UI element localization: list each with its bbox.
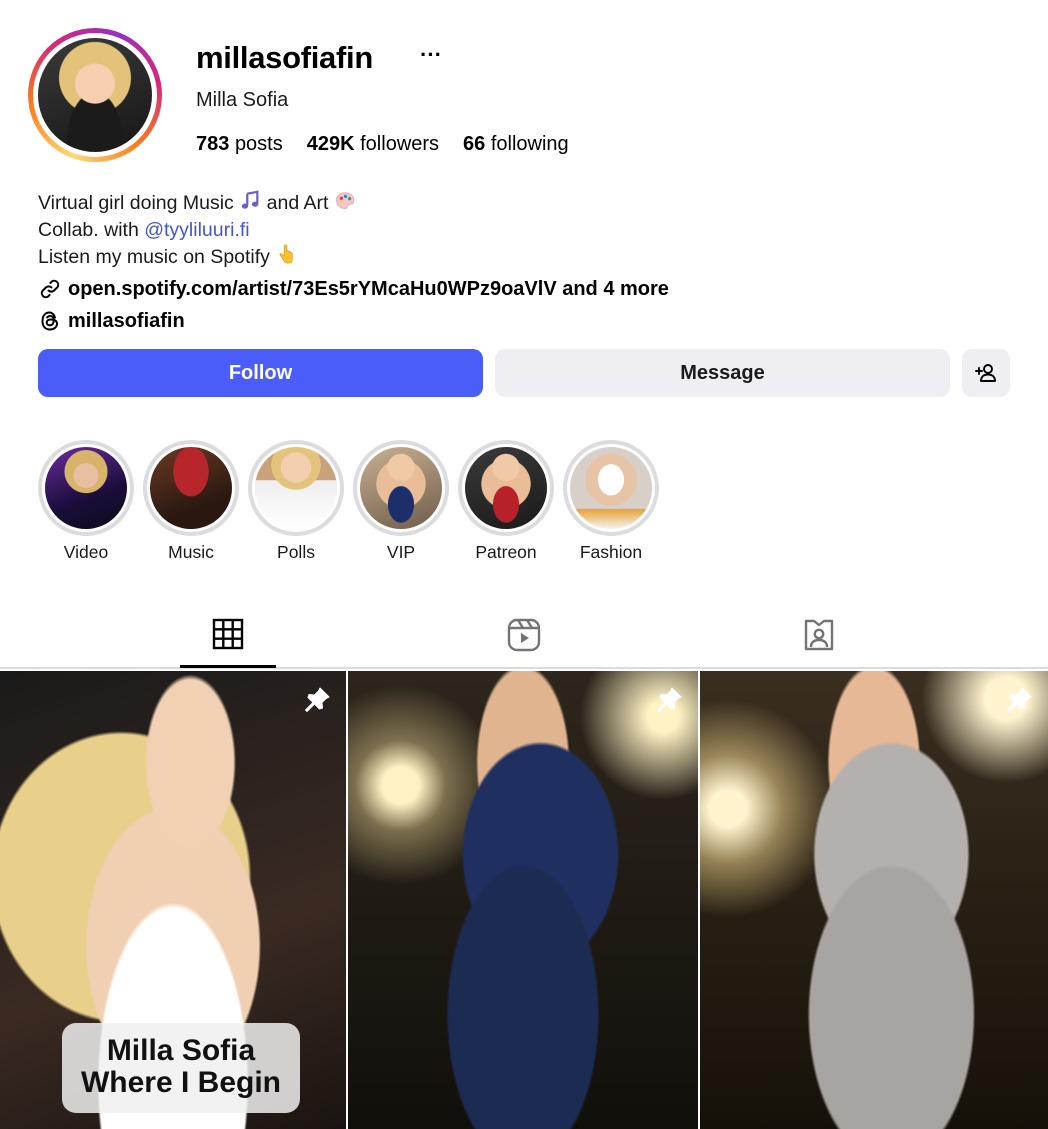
posts-label: posts: [234, 133, 283, 155]
reels-icon: [507, 618, 541, 652]
story-highlights: Video Music Polls VIP Patreon Fashion: [38, 440, 659, 563]
add-person-icon: [975, 364, 996, 382]
highlight-cover-video: [45, 447, 127, 529]
tab-posts[interactable]: [180, 603, 276, 668]
highlight-ring: [563, 440, 659, 536]
bio-spotify-text: Listen my music on Spotify: [38, 246, 270, 268]
post-tile-1[interactable]: Milla Sofia Where I Begin: [0, 671, 346, 1129]
post-caption-line-2: Where I Begin: [80, 1066, 282, 1099]
posts-grid-icon: [212, 618, 244, 650]
bio-line-3: Listen my music on Spotify: [38, 244, 356, 271]
posts-count: 783: [196, 133, 230, 155]
pointing-down-icon: [279, 244, 294, 264]
musical-note-icon: [241, 190, 259, 209]
highlight-cover-fashion: [570, 447, 652, 529]
profile-full-name: Milla Sofia: [196, 89, 289, 111]
followers-stat[interactable]: 429K followers: [307, 133, 439, 156]
follow-button[interactable]: Follow: [38, 349, 483, 397]
profile-avatar[interactable]: [28, 28, 162, 162]
post-caption-line-1: Milla Sofia: [106, 1034, 256, 1067]
suggested-accounts-button[interactable]: [962, 349, 1010, 397]
highlight-cover-polls: [255, 447, 337, 529]
external-link[interactable]: open.spotify.com/artist/73Es5rYMcaHu0WPz…: [38, 277, 669, 301]
artist-palette-icon: [336, 192, 354, 209]
highlight-label: VIP: [386, 542, 416, 562]
followers-label: followers: [360, 133, 440, 155]
highlight-ring: [458, 440, 554, 536]
threads-icon: [41, 311, 59, 331]
message-button[interactable]: Message: [495, 349, 950, 397]
profile-stats: 783 posts 429K followers 66 following: [196, 133, 569, 156]
pin-icon: [305, 687, 330, 712]
highlight-polls[interactable]: Polls: [248, 440, 344, 563]
tab-tagged[interactable]: [771, 603, 867, 667]
profile-bio: Virtual girl doing Music and Art Collab.…: [38, 190, 356, 271]
bio-text-art: and Art: [266, 192, 329, 214]
bio-text-music: Virtual girl doing Music: [38, 192, 234, 214]
more-options-button[interactable]: ···: [420, 42, 442, 68]
highlight-label: Fashion: [579, 542, 643, 562]
following-label: following: [490, 133, 569, 155]
highlight-ring: [38, 440, 134, 536]
post-tile-2[interactable]: [348, 671, 698, 1129]
highlight-video[interactable]: Video: [38, 440, 134, 563]
post-tile-3[interactable]: [700, 671, 1048, 1129]
tab-reels[interactable]: [476, 603, 572, 667]
external-link-text[interactable]: open.spotify.com/artist/73Es5rYMcaHu0WPz…: [68, 278, 669, 301]
bio-collab-text: Collab. with: [38, 219, 139, 241]
highlight-cover-patreon: [465, 447, 547, 529]
highlight-ring: [248, 440, 344, 536]
avatar-image: [38, 38, 152, 152]
post-caption: Milla Sofia Where I Begin: [62, 1023, 300, 1113]
threads-handle[interactable]: millasofiafin: [68, 310, 185, 333]
tagged-icon: [804, 619, 834, 651]
bio-line-2: Collab. with @tyyliluuri.fi: [38, 217, 356, 244]
pin-icon: [657, 687, 682, 712]
posts-grid: Milla Sofia Where I Begin: [0, 671, 1048, 1129]
highlight-label: Music: [168, 542, 214, 562]
posts-stat: 783 posts: [196, 133, 283, 156]
followers-count: 429K: [306, 133, 355, 155]
highlight-ring: [143, 440, 239, 536]
highlight-label: Video: [63, 542, 109, 562]
profile-tabs: [0, 603, 1048, 669]
link-icon: [40, 279, 60, 299]
bio-line-1: Virtual girl doing Music and Art: [38, 190, 356, 217]
profile-username: millasofiafin: [196, 40, 373, 75]
avatar-border: [33, 33, 157, 157]
highlight-music[interactable]: Music: [143, 440, 239, 563]
highlight-ring: [353, 440, 449, 536]
threads-link[interactable]: millasofiafin: [38, 309, 185, 333]
pin-icon: [1007, 687, 1032, 712]
highlight-cover-music: [150, 447, 232, 529]
following-stat[interactable]: 66 following: [463, 133, 569, 156]
following-count: 66: [463, 133, 486, 155]
highlight-label: Polls: [277, 542, 315, 562]
highlight-cover-vip: [360, 447, 442, 529]
highlight-label: Patreon: [475, 542, 537, 562]
highlight-patreon[interactable]: Patreon: [458, 440, 554, 563]
highlight-vip[interactable]: VIP: [353, 440, 449, 563]
highlight-fashion[interactable]: Fashion: [563, 440, 659, 563]
bio-mention-link[interactable]: @tyyliluuri.fi: [144, 219, 249, 241]
